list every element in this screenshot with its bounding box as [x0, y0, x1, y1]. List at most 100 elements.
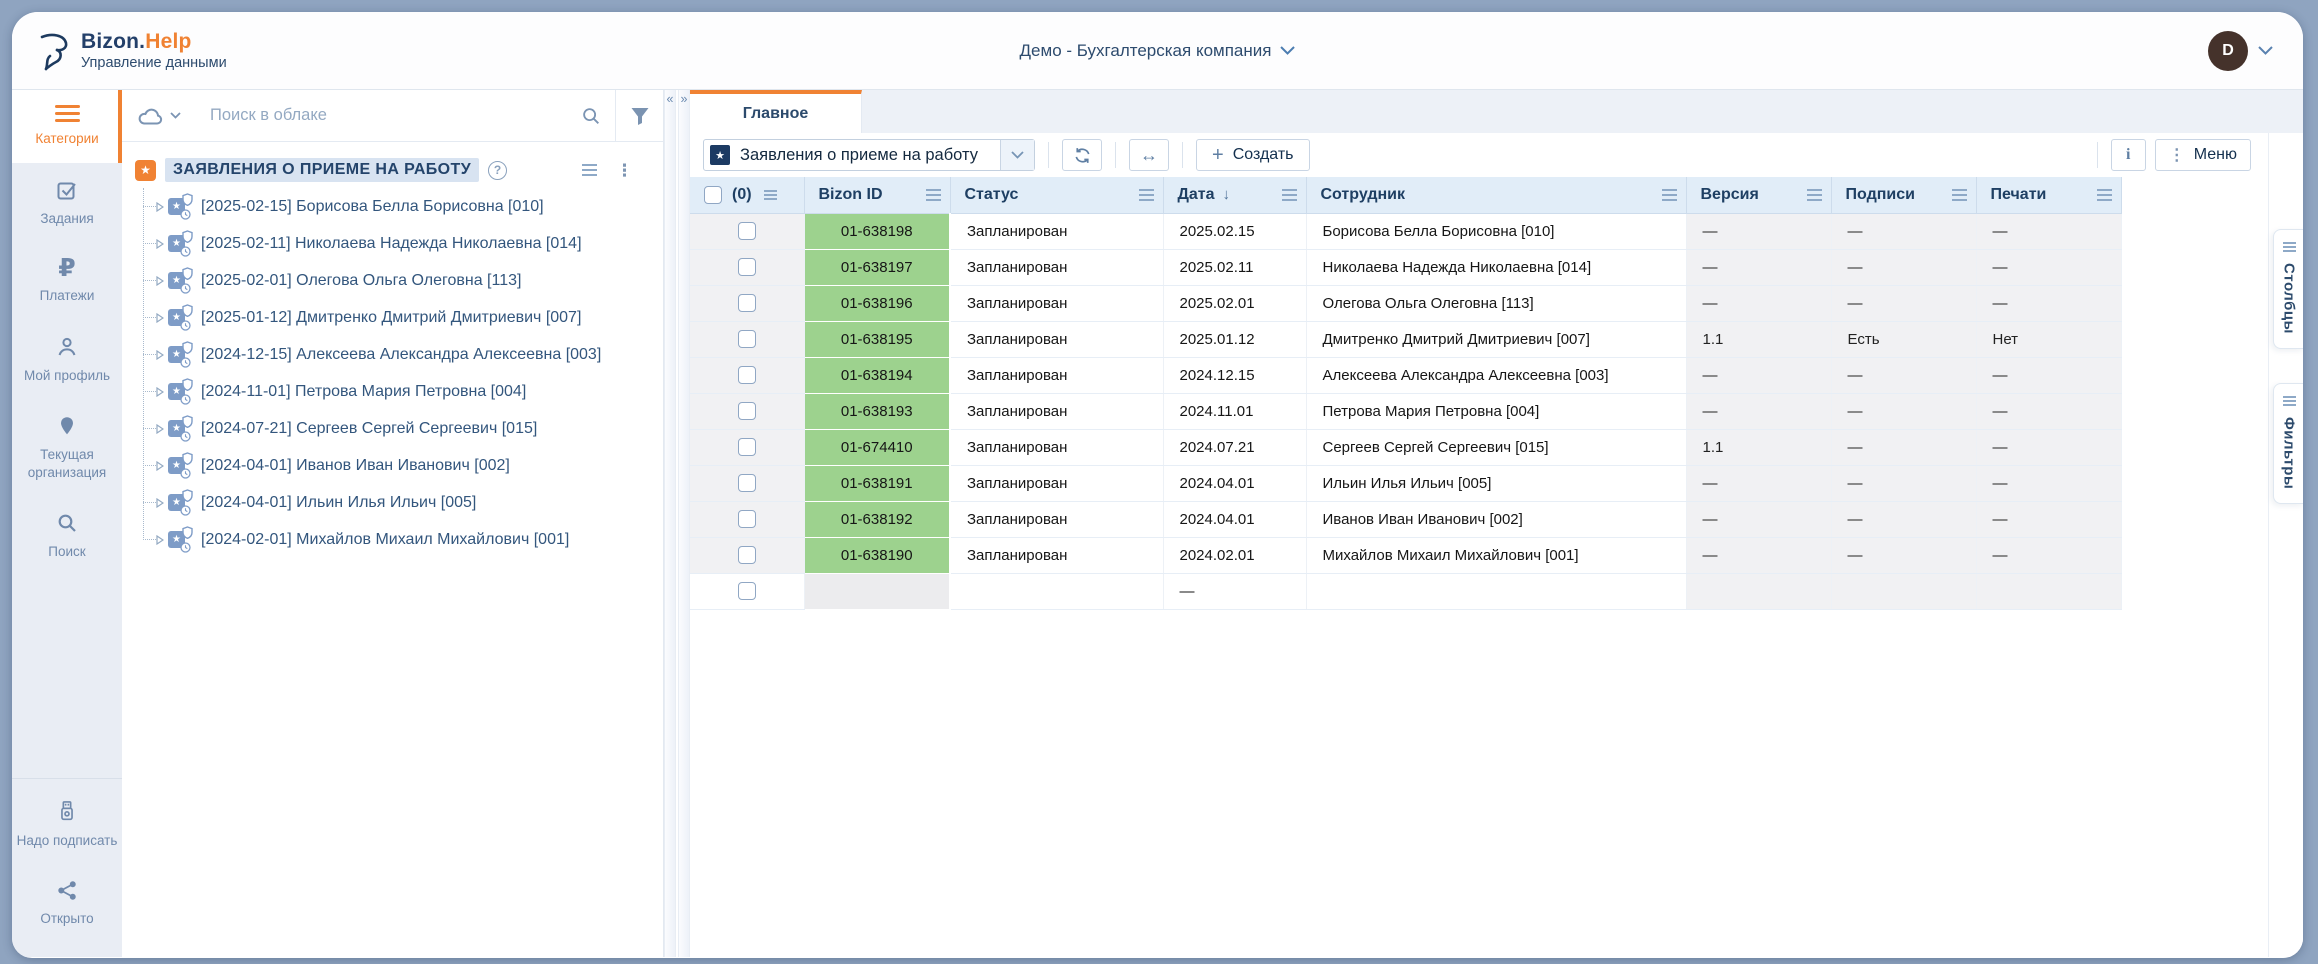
expand-arrow-icon[interactable] — [156, 239, 164, 249]
sidebar-item-categories[interactable]: Категории — [12, 90, 122, 163]
collapse-left-handle[interactable]: « — [664, 90, 676, 957]
column-menu-icon[interactable] — [1662, 189, 1677, 201]
column-header-version[interactable]: Версия — [1686, 177, 1831, 213]
cell-status: Запланирован — [950, 429, 1163, 465]
table-row[interactable]: 01-674410 Запланирован 2024.07.21 Сергее… — [690, 429, 2121, 465]
row-checkbox[interactable] — [738, 222, 756, 240]
tree-filter-button[interactable] — [615, 90, 663, 141]
table-row[interactable]: 01-638194 Запланирован 2024.12.15 Алексе… — [690, 357, 2121, 393]
row-checkbox[interactable] — [738, 294, 756, 312]
column-header-bizon-id[interactable]: Bizon ID — [804, 177, 950, 213]
sidebar-item-open[interactable]: Открыто — [12, 864, 122, 943]
tab-main[interactable]: Главное — [690, 90, 862, 133]
table-row[interactable]: 01-638190 Запланирован 2024.02.01 Михайл… — [690, 537, 2121, 573]
rail-tab-columns[interactable]: Столбцы — [2273, 229, 2303, 349]
table-row[interactable]: 01-638197 Запланирован 2025.02.11 Никола… — [690, 249, 2121, 285]
sidebar-item-to-sign[interactable]: Надо подписать — [12, 785, 122, 865]
tree-item[interactable]: ★ [2024-04-01] Иванов Иван Иванович [002… — [122, 447, 663, 484]
column-header-status[interactable]: Статус — [950, 177, 1163, 213]
tree-item[interactable]: ★ [2024-04-01] Ильин Илья Ильич [005] — [122, 484, 663, 521]
sidebar-item-current-organization[interactable]: Текущая организация — [12, 399, 122, 496]
expand-arrow-icon[interactable] — [156, 350, 164, 360]
tree-item[interactable]: ★ [2025-02-11] Николаева Надежда Николае… — [122, 225, 663, 262]
table-row[interactable]: 01-638196 Запланирован 2025.02.01 Олегов… — [690, 285, 2121, 321]
account-menu[interactable]: D — [2208, 31, 2273, 71]
column-header-signatures[interactable]: Подписи — [1831, 177, 1976, 213]
table-empty-row[interactable]: — — [690, 573, 2121, 609]
table-row[interactable]: 01-638193 Запланирован 2024.11.01 Петров… — [690, 393, 2121, 429]
tree-item[interactable]: ★ [2024-07-21] Сергеев Сергей Сергеевич … — [122, 410, 663, 447]
expand-arrow-icon[interactable] — [156, 202, 164, 212]
tree-item[interactable]: ★ [2025-02-01] Олегова Ольга Олеговна [1… — [122, 262, 663, 299]
category-select[interactable]: ★ Заявления о приеме на работу — [703, 139, 1035, 171]
sidebar-item-tasks[interactable]: Задания — [12, 163, 122, 243]
cell-employee — [1306, 573, 1686, 609]
tree-root-category[interactable]: ★ ЗАЯВЛЕНИЯ О ПРИЕМЕ НА РАБОТУ ? ⋮ — [122, 152, 663, 188]
refresh-button[interactable] — [1062, 139, 1102, 171]
expand-arrow-icon[interactable] — [156, 387, 164, 397]
cell-status: Запланирован — [950, 501, 1163, 537]
expand-arrow-icon[interactable] — [156, 424, 164, 434]
brand: Bizon.Help Управление данными — [38, 30, 227, 71]
column-menu-icon[interactable] — [1807, 189, 1822, 201]
menu-button[interactable]: ⋮ Меню — [2155, 139, 2251, 171]
tree-item[interactable]: ★ [2025-01-12] Дмитренко Дмитрий Дмитрие… — [122, 299, 663, 336]
expand-arrow-icon[interactable] — [156, 276, 164, 286]
expand-arrow-icon[interactable] — [156, 313, 164, 323]
create-button[interactable]: + Создать — [1196, 139, 1310, 171]
sidebar-item-payments[interactable]: ₽ Платежи — [12, 242, 122, 320]
column-menu-icon[interactable] — [926, 189, 941, 201]
info-button[interactable]: i — [2111, 139, 2146, 171]
sidebar-item-search[interactable]: Поиск — [12, 496, 122, 576]
column-header-stamps[interactable]: Печати — [1976, 177, 2121, 213]
column-menu-icon[interactable] — [1139, 189, 1154, 201]
cloud-source-selector[interactable] — [122, 90, 196, 141]
tree-item[interactable]: ★ [2024-02-01] Михайлов Михаил Михайлови… — [122, 521, 663, 558]
column-menu-icon[interactable] — [1282, 189, 1297, 201]
column-header-date[interactable]: Дата↓ — [1163, 177, 1306, 213]
sort-descending-icon[interactable]: ↓ — [1223, 186, 1231, 203]
sidebar-item-profile[interactable]: Мой профиль — [12, 320, 122, 400]
swap-button[interactable]: ↔ — [1129, 139, 1169, 171]
column-menu-icon[interactable] — [1952, 189, 1967, 201]
select-chevron-zone[interactable] — [1000, 140, 1034, 170]
row-checkbox[interactable] — [738, 402, 756, 420]
expand-arrow-icon[interactable] — [156, 461, 164, 471]
table-row[interactable]: 01-638198 Запланирован 2025.02.15 Борисо… — [690, 213, 2121, 249]
more-options-icon[interactable]: ⋮ — [616, 162, 633, 179]
select-all-checkbox[interactable] — [704, 186, 722, 204]
tree-item[interactable]: ★ [2025-02-15] Борисова Белла Борисовна … — [122, 188, 663, 225]
tree-search-input[interactable] — [196, 106, 567, 125]
table-row[interactable]: 01-638192 Запланирован 2024.04.01 Иванов… — [690, 501, 2121, 537]
organization-selector[interactable]: Демо - Бухгалтерская компания — [1020, 41, 1296, 61]
row-checkbox[interactable] — [738, 474, 756, 492]
expand-arrow-icon[interactable] — [156, 498, 164, 508]
row-checkbox[interactable] — [738, 330, 756, 348]
tree-item-label: [2024-04-01] Иванов Иван Иванович [002] — [201, 457, 510, 475]
tree-item[interactable]: ★ [2024-12-15] Алексеева Александра Алек… — [122, 336, 663, 373]
application-document-icon: ★ — [168, 232, 193, 256]
tree-search-button[interactable] — [567, 90, 615, 141]
avatar[interactable]: D — [2208, 31, 2248, 71]
cell-stamps: — — [1976, 465, 2121, 501]
tree-item[interactable]: ★ [2024-11-01] Петрова Мария Петровна [0… — [122, 373, 663, 410]
column-menu-icon[interactable] — [764, 190, 777, 200]
tree-menu-icon[interactable] — [582, 164, 597, 176]
shield-badge-icon — [182, 193, 193, 206]
rail-tab-filters[interactable]: Фильтры — [2273, 383, 2303, 504]
row-checkbox[interactable] — [738, 546, 756, 564]
table-row[interactable]: 01-638191 Запланирован 2024.04.01 Ильин … — [690, 465, 2121, 501]
row-checkbox[interactable] — [738, 582, 756, 600]
collapse-right-handle[interactable]: » — [678, 90, 690, 957]
row-checkbox[interactable] — [738, 510, 756, 528]
help-icon[interactable]: ? — [488, 161, 507, 180]
shield-badge-icon — [182, 304, 193, 317]
shield-badge-icon — [182, 489, 193, 502]
row-checkbox[interactable] — [738, 258, 756, 276]
column-header-employee[interactable]: Сотрудник — [1306, 177, 1686, 213]
expand-arrow-icon[interactable] — [156, 535, 164, 545]
row-checkbox[interactable] — [738, 438, 756, 456]
row-checkbox[interactable] — [738, 366, 756, 384]
column-menu-icon[interactable] — [2097, 189, 2112, 201]
table-row[interactable]: 01-638195 Запланирован 2025.01.12 Дмитре… — [690, 321, 2121, 357]
